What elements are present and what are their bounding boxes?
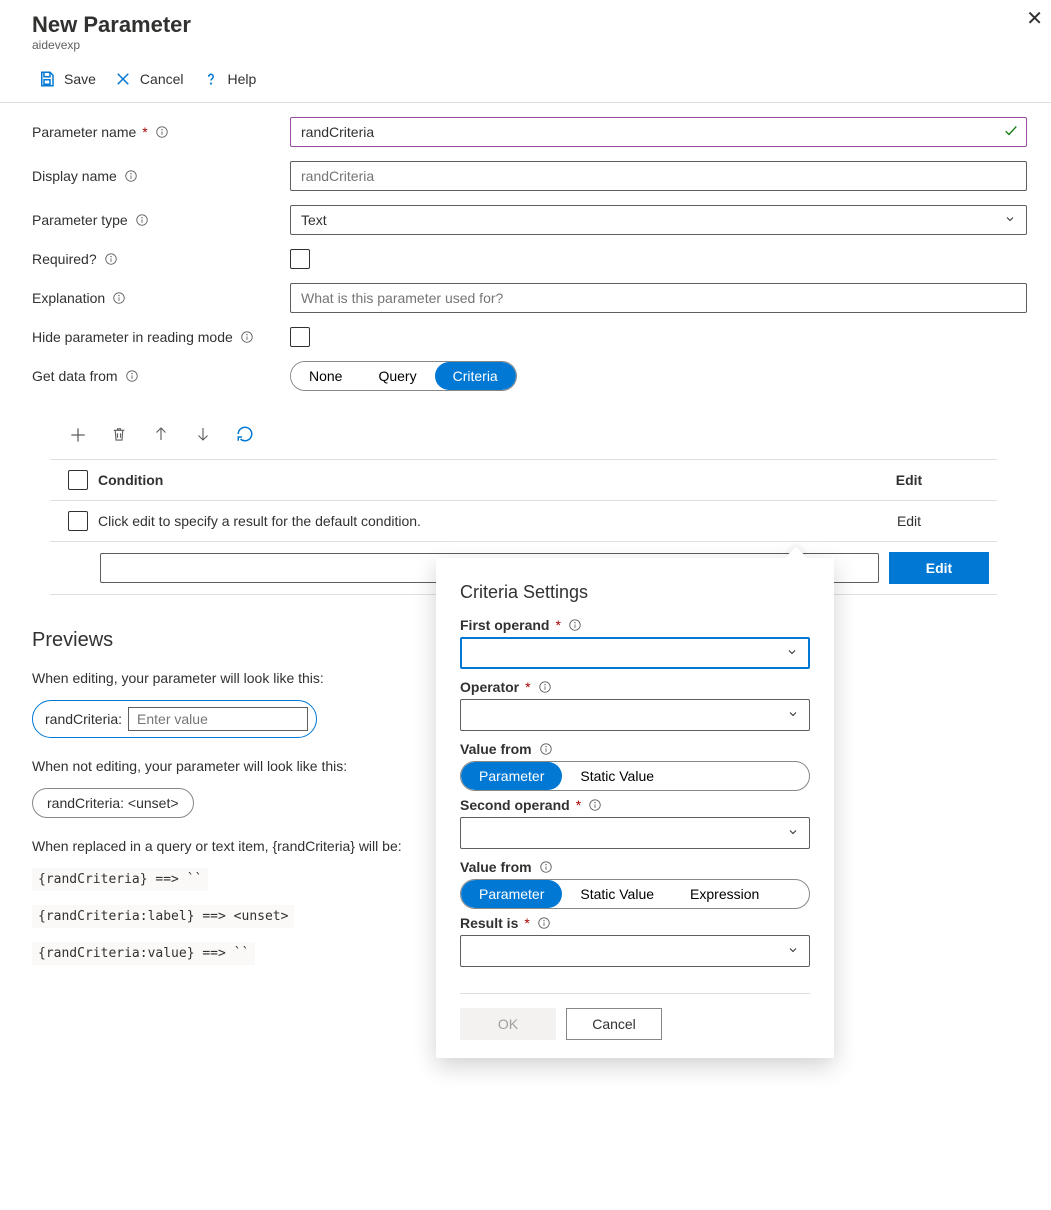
- get-data-from-criteria[interactable]: Criteria: [435, 362, 516, 390]
- operator-select[interactable]: [460, 699, 810, 731]
- value-from-2-expression[interactable]: Expression: [672, 880, 777, 908]
- required-asterisk: *: [555, 617, 560, 633]
- result-is-label: Result is: [460, 915, 518, 931]
- get-data-from-none[interactable]: None: [291, 362, 360, 390]
- save-label: Save: [64, 71, 96, 87]
- info-icon[interactable]: [239, 329, 255, 345]
- close-icon: [114, 70, 132, 88]
- close-panel-icon[interactable]: ✕: [1026, 6, 1043, 31]
- checkmark-icon: [1003, 123, 1019, 142]
- get-data-from-label: Get data from: [32, 368, 118, 384]
- cancel-label: Cancel: [140, 71, 184, 87]
- value-from-1-static[interactable]: Static Value: [562, 762, 672, 790]
- result-is-select[interactable]: [460, 935, 810, 967]
- info-icon[interactable]: [123, 168, 139, 184]
- param-name-input[interactable]: [290, 117, 1027, 147]
- chevron-down-icon: [787, 825, 799, 841]
- save-button[interactable]: Save: [32, 66, 102, 92]
- edit-button[interactable]: Edit: [889, 552, 989, 584]
- edit-header: Edit: [829, 472, 989, 488]
- required-checkbox[interactable]: [290, 249, 310, 269]
- add-criteria-icon[interactable]: [68, 425, 88, 445]
- first-operand-select[interactable]: [460, 637, 810, 669]
- value-from-options-2: Parameter Static Value Expression: [460, 879, 810, 909]
- info-icon[interactable]: [134, 212, 150, 228]
- chevron-down-icon: [1004, 212, 1016, 228]
- info-icon[interactable]: [538, 741, 554, 757]
- value-from-2-static[interactable]: Static Value: [562, 880, 672, 908]
- help-label: Help: [228, 71, 257, 87]
- cancel-button[interactable]: Cancel: [108, 66, 190, 92]
- select-all-checkbox[interactable]: [68, 470, 88, 490]
- required-asterisk: *: [576, 797, 581, 813]
- required-asterisk: *: [525, 679, 530, 695]
- info-icon[interactable]: [536, 915, 552, 931]
- info-icon[interactable]: [538, 859, 554, 875]
- first-operand-label: First operand: [460, 617, 549, 633]
- param-type-label: Parameter type: [32, 212, 128, 228]
- preview-notediting-pill: randCriteria: <unset>: [32, 788, 194, 818]
- preview-replace-1: {randCriteria} ==> ``: [32, 868, 208, 891]
- hide-in-reading-checkbox[interactable]: [290, 327, 310, 347]
- info-icon[interactable]: [587, 797, 603, 813]
- get-data-from-query[interactable]: Query: [360, 362, 434, 390]
- info-icon[interactable]: [111, 290, 127, 306]
- move-up-icon[interactable]: [152, 425, 172, 445]
- preview-replace-3: {randCriteria:value} ==> ``: [32, 942, 255, 965]
- ok-button[interactable]: OK: [460, 1008, 556, 1040]
- criteria-settings-popup: Criteria Settings First operand * Operat…: [436, 558, 834, 1058]
- info-icon[interactable]: [537, 679, 553, 695]
- chevron-down-icon: [787, 943, 799, 959]
- chevron-down-icon: [787, 707, 799, 723]
- info-icon[interactable]: [567, 617, 583, 633]
- param-name-label: Parameter name: [32, 124, 136, 140]
- second-operand-select[interactable]: [460, 817, 810, 849]
- explanation-input[interactable]: [290, 283, 1027, 313]
- criteria-default-row: Click edit to specify a result for the d…: [50, 501, 997, 542]
- param-type-value: Text: [301, 212, 327, 228]
- explanation-label: Explanation: [32, 290, 105, 306]
- value-from-2-parameter[interactable]: Parameter: [461, 880, 562, 908]
- popup-title: Criteria Settings: [460, 582, 810, 603]
- criteria-row-edit-link[interactable]: Edit: [897, 513, 921, 529]
- info-icon[interactable]: [154, 124, 170, 140]
- preview-editing-input[interactable]: [128, 707, 308, 731]
- help-button[interactable]: Help: [196, 66, 263, 92]
- criteria-row-checkbox[interactable]: [68, 511, 88, 531]
- preview-replace-2: {randCriteria:label} ==> <unset>: [32, 905, 294, 928]
- save-icon: [38, 70, 56, 88]
- preview-editing-label: randCriteria:: [45, 711, 122, 727]
- page-title: New Parameter: [32, 12, 1027, 38]
- required-asterisk: *: [524, 915, 529, 931]
- display-name-input[interactable]: [290, 161, 1027, 191]
- get-data-from-options: None Query Criteria: [290, 361, 517, 391]
- info-icon[interactable]: [103, 251, 119, 267]
- value-from-label-1: Value from: [460, 741, 532, 757]
- required-label: Required?: [32, 251, 97, 267]
- hide-in-reading-label: Hide parameter in reading mode: [32, 329, 233, 345]
- preview-editing-pill: randCriteria:: [32, 700, 317, 738]
- refresh-icon[interactable]: [236, 425, 256, 445]
- required-asterisk: *: [142, 124, 147, 140]
- info-icon[interactable]: [124, 368, 140, 384]
- delete-icon[interactable]: [110, 425, 130, 445]
- condition-header: Condition: [98, 472, 829, 488]
- preview-notediting-value: randCriteria: <unset>: [47, 795, 179, 811]
- criteria-default-text: Click edit to specify a result for the d…: [98, 513, 829, 529]
- help-icon: [202, 70, 220, 88]
- value-from-1-parameter[interactable]: Parameter: [461, 762, 562, 790]
- popup-cancel-button[interactable]: Cancel: [566, 1008, 662, 1040]
- chevron-down-icon: [786, 645, 798, 661]
- value-from-label-2: Value from: [460, 859, 532, 875]
- display-name-label: Display name: [32, 168, 117, 184]
- value-from-options-1: Parameter Static Value: [460, 761, 810, 791]
- page-subtitle: aidevexp: [32, 38, 1027, 52]
- move-down-icon[interactable]: [194, 425, 214, 445]
- param-type-select[interactable]: Text: [290, 205, 1027, 235]
- operator-label: Operator: [460, 679, 519, 695]
- second-operand-label: Second operand: [460, 797, 570, 813]
